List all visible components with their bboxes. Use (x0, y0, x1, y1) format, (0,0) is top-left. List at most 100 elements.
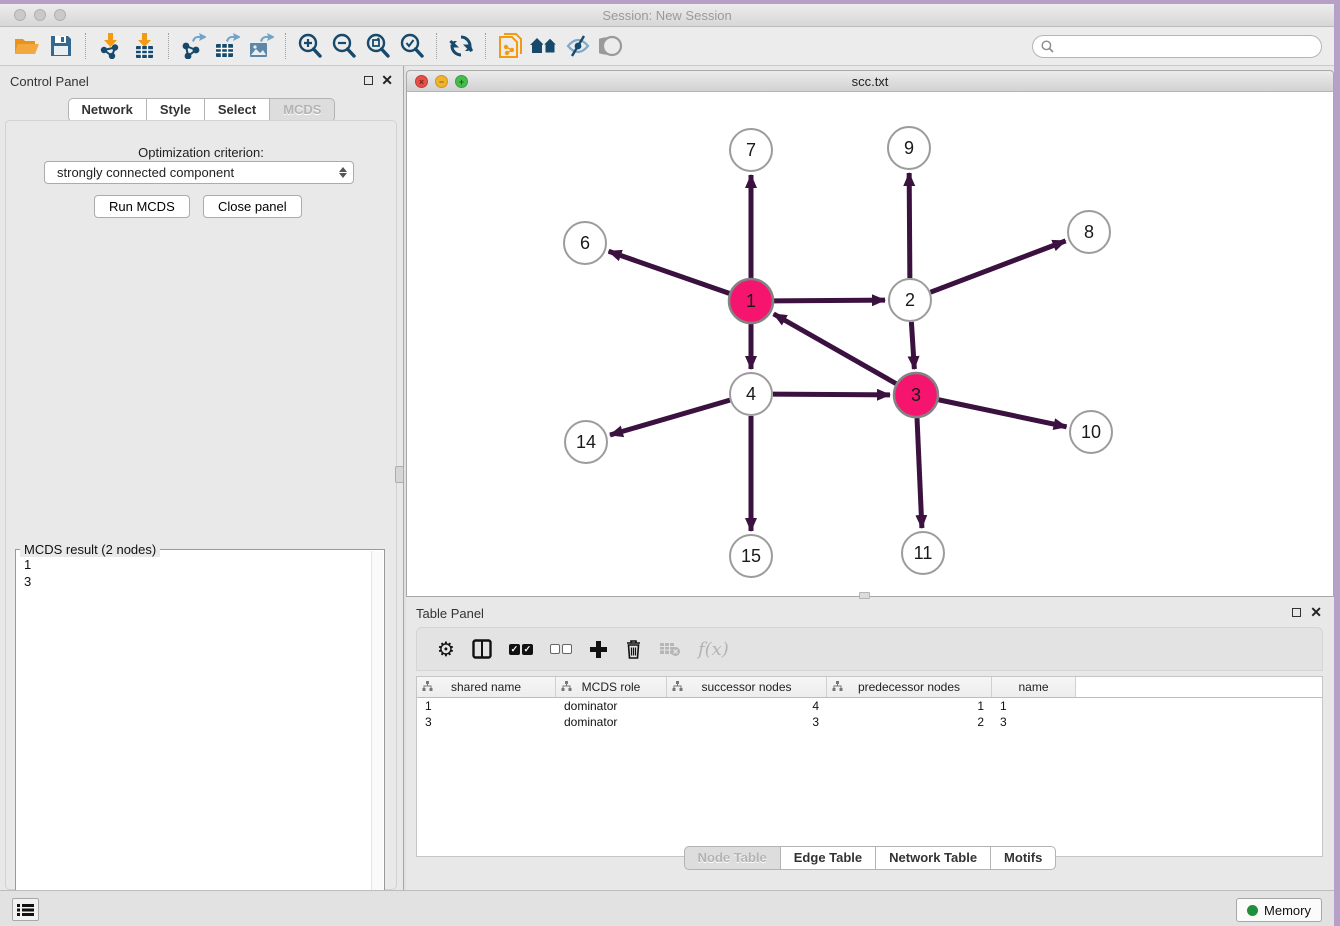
column-header-shared-name[interactable]: shared name (417, 677, 556, 697)
graph-edge-1-6[interactable] (609, 251, 730, 293)
unchecked-box-icon (550, 644, 560, 654)
add-column-button[interactable] (589, 635, 608, 663)
settings-button[interactable]: ⚙ (437, 635, 455, 663)
table-cell: 3 (992, 715, 1076, 729)
result-scrollbar[interactable] (371, 551, 383, 923)
import-network-button[interactable] (93, 31, 127, 61)
tab-select[interactable]: Select (204, 98, 270, 122)
node-label: 14 (576, 432, 596, 452)
graph-edge-3-10[interactable] (939, 400, 1067, 427)
float-panel-icon[interactable] (1292, 608, 1301, 617)
graph-node-1[interactable]: 1 (729, 279, 773, 323)
horizontal-splitter-grip[interactable] (859, 592, 870, 599)
app-window: Session: New Session (0, 4, 1334, 926)
graph-node-4[interactable]: 4 (730, 373, 772, 415)
table-row[interactable]: 3dominator323 (417, 714, 1322, 730)
graph-edge-2-9[interactable] (909, 173, 910, 278)
deselect-all-button[interactable] (550, 635, 572, 663)
zoom-fit-button[interactable] (361, 31, 395, 61)
table-tab-network-table[interactable]: Network Table (875, 846, 991, 870)
function-builder-button[interactable]: f(x) (698, 635, 729, 663)
graph-node-7[interactable]: 7 (730, 129, 772, 171)
float-panel-icon[interactable] (364, 76, 373, 85)
graph-node-3[interactable]: 3 (894, 373, 938, 417)
zoom-in-button[interactable] (293, 31, 327, 61)
home-button[interactable] (527, 31, 561, 61)
close-panel-button[interactable]: Close panel (203, 195, 302, 218)
network-canvas[interactable]: 1 2 3 4 6 7 8 9 10 11 14 15 (406, 92, 1334, 597)
graph-edge-4-14[interactable] (610, 400, 730, 435)
network-from-selection-button[interactable] (493, 31, 527, 61)
unchecked-box-icon (562, 644, 572, 654)
control-panel-tabs: NetworkStyleSelectMCDS (0, 98, 403, 122)
select-all-button[interactable]: ✓✓ (509, 635, 533, 663)
graph-edge-3-1[interactable] (774, 314, 896, 384)
plus-icon (589, 640, 608, 659)
table-cell: 2 (827, 715, 992, 729)
graph-edge-2-3[interactable] (911, 322, 914, 369)
hide-panel-button[interactable] (561, 31, 595, 61)
list-icon (17, 903, 34, 917)
graph-node-8[interactable]: 8 (1068, 211, 1110, 253)
node-table[interactable]: shared nameMCDS rolesuccessor nodesprede… (416, 676, 1323, 857)
graph-node-9[interactable]: 9 (888, 127, 930, 169)
graph-edge-3-11[interactable] (917, 418, 922, 528)
network-titlebar[interactable]: × − + scc.txt (406, 70, 1334, 92)
column-header-successor-nodes[interactable]: successor nodes (667, 677, 827, 697)
tab-network[interactable]: Network (68, 98, 147, 122)
search-input[interactable] (1054, 36, 1321, 57)
mcds-result-item: 1 (24, 556, 31, 573)
graph-node-15[interactable]: 15 (730, 535, 772, 577)
split-columns-icon (472, 639, 492, 659)
close-panel-icon[interactable]: ✕ (1310, 607, 1322, 617)
close-panel-icon[interactable]: ✕ (381, 75, 393, 85)
memory-button[interactable]: Memory (1236, 898, 1322, 922)
table-tab-node-table[interactable]: Node Table (684, 846, 781, 870)
delete-column-button[interactable] (625, 635, 642, 663)
run-mcds-button[interactable]: Run MCDS (94, 195, 190, 218)
attribute-type-icon (832, 681, 843, 695)
table-tab-edge-table[interactable]: Edge Table (780, 846, 876, 870)
zoom-selected-button[interactable] (395, 31, 429, 61)
delete-table-button[interactable] (659, 635, 681, 663)
control-panel-header: Control Panel ✕ (0, 70, 403, 94)
tab-style[interactable]: Style (146, 98, 205, 122)
table-cell: 4 (667, 699, 827, 713)
mcds-panel-body: Optimization criterion: strongly connect… (5, 120, 397, 890)
zoom-out-button[interactable] (327, 31, 361, 61)
table-cell: 3 (417, 715, 556, 729)
table-panel-title: Table Panel (416, 606, 484, 621)
graph-node-10[interactable]: 10 (1070, 411, 1112, 453)
export-table-button[interactable] (210, 31, 244, 61)
table-tab-motifs[interactable]: Motifs (990, 846, 1056, 870)
table-tabs: Node TableEdge TableNetwork TableMotifs (406, 846, 1334, 870)
table-row[interactable]: 1dominator411 (417, 698, 1322, 714)
eye-icon (599, 34, 625, 58)
refresh-layout-button[interactable] (444, 31, 478, 61)
graph-node-2[interactable]: 2 (889, 279, 931, 321)
save-session-button[interactable] (44, 31, 78, 61)
graph-node-11[interactable]: 11 (902, 532, 944, 574)
tab-mcds[interactable]: MCDS (269, 98, 335, 122)
show-panel-button[interactable] (595, 31, 629, 61)
split-view-button[interactable] (472, 635, 492, 663)
graph-edge-4-3[interactable] (773, 394, 890, 395)
import-table-button[interactable] (127, 31, 161, 61)
column-header-label: name (1018, 680, 1048, 694)
column-header-name[interactable]: name (992, 677, 1076, 697)
graph-edge-2-8[interactable] (931, 241, 1066, 292)
export-network-button[interactable] (176, 31, 210, 61)
graph-node-6[interactable]: 6 (564, 222, 606, 264)
zoom-selected-icon (399, 33, 425, 59)
splitter-grip[interactable] (395, 466, 404, 483)
graph-node-14[interactable]: 14 (565, 421, 607, 463)
column-header-MCDS-role[interactable]: MCDS role (556, 677, 667, 697)
criterion-dropdown[interactable]: strongly connected component (44, 161, 354, 184)
graph-edge-1-2[interactable] (774, 300, 885, 301)
search-box[interactable] (1032, 35, 1322, 58)
graph-svg: 1 2 3 4 6 7 8 9 10 11 14 15 (407, 92, 1333, 595)
open-file-button[interactable] (10, 31, 44, 61)
export-image-button[interactable] (244, 31, 278, 61)
column-header-predecessor-nodes[interactable]: predecessor nodes (827, 677, 992, 697)
task-history-button[interactable] (12, 898, 39, 921)
